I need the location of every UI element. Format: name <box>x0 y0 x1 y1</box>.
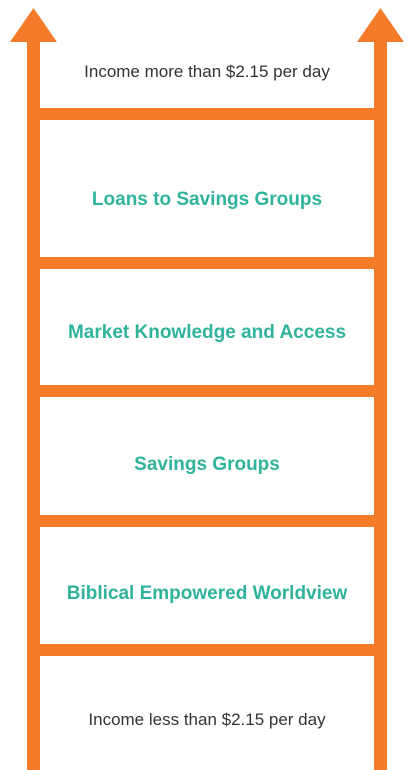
arrow-up-icon <box>10 8 57 42</box>
top-income-label: Income more than $2.15 per day <box>84 62 330 81</box>
right-rail <box>374 36 387 770</box>
ladder-rung <box>40 644 374 656</box>
ladder-rung <box>40 108 374 120</box>
bottom-income-label: Income less than $2.15 per day <box>88 710 326 729</box>
step-market-knowledge-and-access: Market Knowledge and Access <box>67 322 347 343</box>
arrow-up-icon <box>357 8 404 42</box>
ladder-diagram <box>10 8 404 770</box>
ladder-rung <box>40 257 374 269</box>
step-biblical-empowered-worldview: Biblical Empowered Worldview <box>66 583 348 604</box>
step-loans-to-savings-groups: Loans to Savings Groups <box>91 189 323 210</box>
step-savings-groups: Savings Groups <box>134 454 280 475</box>
left-rail <box>27 36 40 770</box>
ladder-rung <box>40 515 374 527</box>
ladder-rung <box>40 385 374 397</box>
